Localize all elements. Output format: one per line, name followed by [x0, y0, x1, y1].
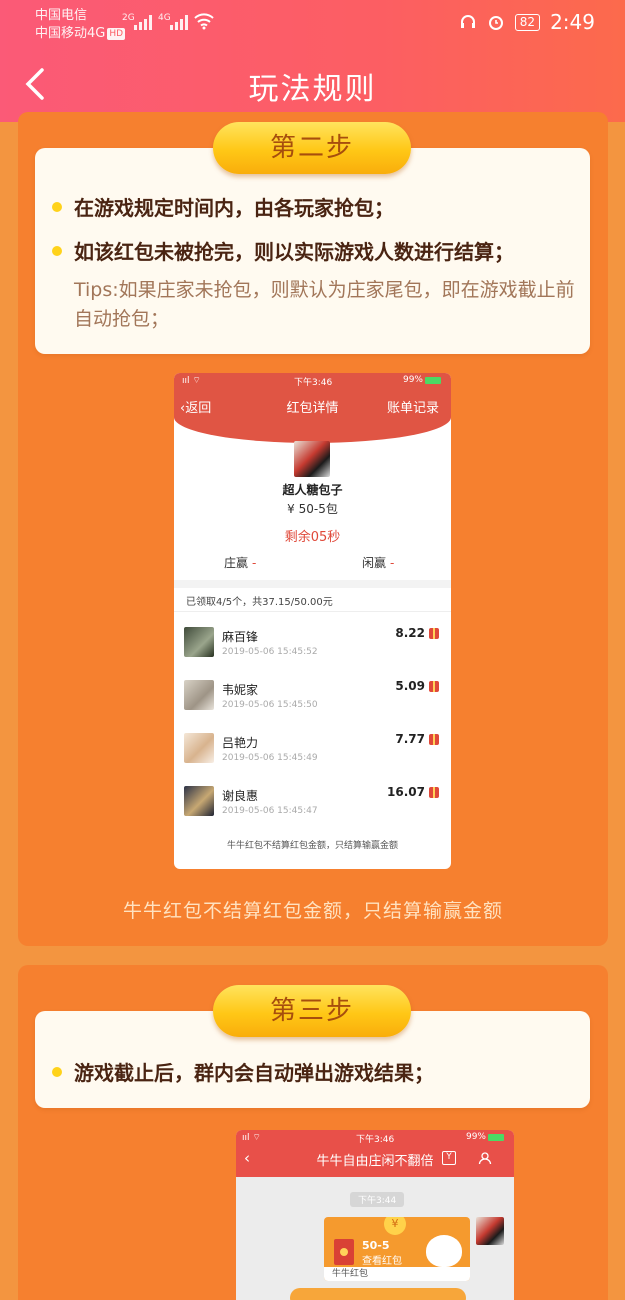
step3-rule-1: 游戏截止后，群内会自动弹出游戏结果； — [52, 1057, 434, 1086]
row-time: 2019-05-06 15:45:47 — [222, 806, 318, 816]
packet-action: 查看红包 — [362, 1256, 402, 1267]
signal-icon — [170, 14, 188, 30]
network-4g-label: 4G — [158, 13, 171, 23]
table-row: 韦妮家 2019-05-06 15:45:50 5.09 — [174, 676, 451, 728]
row-value: 7.77 — [395, 732, 425, 746]
battery-icon — [488, 1134, 504, 1141]
page-title: 玩法规则 — [248, 72, 377, 107]
screenshot-status-time: 下午3:46 — [356, 1135, 395, 1145]
avatar — [184, 733, 214, 763]
screenshot-header: ııl ⌔ 下午3:46 99% ‹返回 红包详情 账单记录 — [174, 373, 451, 443]
screenshot-bill-link: 账单记录 — [386, 401, 439, 416]
next-message-preview — [290, 1288, 466, 1300]
red-packet-message: ¥ 50-5 查看红包 牛牛红包 — [324, 1217, 470, 1281]
countdown: 剩余05秒 — [284, 530, 341, 545]
bullet-icon — [52, 1066, 62, 1077]
screenshot-battery: 99% — [402, 375, 423, 385]
group-members-icon — [478, 1152, 492, 1165]
screenshot-status-time: 下午3:46 — [294, 378, 333, 388]
divider — [174, 580, 451, 588]
step2-tips: Tips:如果庄家未抢包，则默认为庄家尾包，即在游戏截止前自动抢包； — [74, 279, 575, 330]
table-row: 麻百锋 2019-05-06 15:45:52 8.22 — [174, 623, 451, 675]
row-name: 韦妮家 — [222, 683, 259, 697]
app-header: 中国电信 中国移动4G HD 2G 4G 82 2:49 玩法规则 — [0, 0, 625, 122]
sender-name: 超人糖包子 — [282, 483, 343, 497]
rule-text: 在游戏规定时间内，由各玩家抢包； — [74, 196, 394, 220]
red-envelope-icon — [334, 1239, 354, 1265]
step3-label: 第三步 — [213, 985, 411, 1037]
gift-icon — [429, 734, 439, 745]
red-packet-detail-screenshot: ııl ⌔ 下午3:46 99% ‹返回 红包详情 账单记录 超人糖包子 ¥ 5… — [174, 373, 451, 869]
row-value: 16.07 — [387, 785, 425, 799]
network-2g-label: 2G — [122, 13, 135, 23]
chat-title: 牛牛自由庄闲不翻倍 — [316, 1154, 434, 1169]
banker-win-value: - — [252, 556, 257, 570]
banker-win: 庄赢 - — [224, 554, 256, 571]
signal-icon — [134, 14, 152, 30]
row-value: 8.22 — [395, 626, 425, 640]
coin-icon: ¥ — [384, 1217, 406, 1235]
avatar — [184, 786, 214, 816]
table-row: 吕艳力 2019-05-06 15:45:49 7.77 — [174, 729, 451, 781]
alarm-icon — [488, 16, 503, 30]
group-chat-screenshot: ııl ⌔ 下午3:46 99% ‹ 牛牛自由庄闲不翻倍 Y 下午3:44 ¥ … — [236, 1130, 514, 1300]
battery-indicator: 82 — [514, 13, 541, 31]
headset-icon — [460, 15, 475, 28]
avatar — [476, 1217, 504, 1245]
banker-win-label: 庄赢 — [224, 556, 249, 570]
gift-icon — [429, 681, 439, 692]
step2-rule-2: 如该红包未被抢完，则以实际游戏人数进行结算； — [52, 236, 514, 265]
player-win-value: - — [390, 556, 395, 570]
gift-icon — [429, 787, 439, 798]
table-row: 谢良惠 2019-05-06 15:45:47 16.07 — [174, 782, 451, 834]
screenshot-footer-note: 牛牛红包不结算红包金额，只结算输赢金额 — [226, 841, 398, 851]
packet-amount: 50-5 — [362, 1239, 390, 1252]
rule-text: 如该红包未被抢完，则以实际游戏人数进行结算； — [74, 240, 514, 264]
wifi-icon — [194, 13, 214, 30]
wallet-icon: Y — [442, 1151, 456, 1165]
row-time: 2019-05-06 15:45:50 — [222, 700, 318, 710]
avatar — [184, 680, 214, 710]
status-carriers: 中国电信 中国移动4G HD — [35, 7, 126, 43]
cow-icon — [426, 1235, 462, 1267]
player-win: 闲赢 - — [362, 554, 394, 571]
battery-icon — [425, 377, 441, 384]
row-name: 谢良惠 — [222, 789, 259, 803]
step2-caption: 牛牛红包不结算红包金额，只结算输赢金额 — [122, 900, 503, 922]
row-time: 2019-05-06 15:45:52 — [222, 647, 318, 657]
step2-rule-1: 在游戏规定时间内，由各玩家抢包； — [52, 192, 394, 221]
bullet-icon — [52, 201, 62, 212]
row-name: 吕艳力 — [222, 736, 259, 750]
status-time: 2:49 — [550, 10, 595, 34]
screenshot-header: ııl ⌔ 下午3:46 99% ‹ 牛牛自由庄闲不翻倍 Y — [236, 1130, 514, 1177]
hd-badge: HD — [107, 28, 126, 40]
row-value: 5.09 — [395, 679, 425, 693]
screenshot-battery: 99% — [465, 1132, 486, 1142]
row-name: 麻百锋 — [222, 630, 259, 644]
bullet-icon — [52, 245, 62, 256]
row-time: 2019-05-06 15:45:49 — [222, 753, 318, 763]
carrier-2: 中国移动4G — [35, 26, 106, 41]
signal-icon: ııl ⌔ — [182, 376, 201, 386]
step2-label: 第二步 — [213, 122, 411, 174]
player-win-label: 闲赢 — [362, 556, 387, 570]
gift-icon — [429, 628, 439, 639]
packet-amount: ¥ 50-5包 — [287, 502, 338, 516]
signal-icon: ııl ⌔ — [242, 1133, 261, 1143]
avatar — [184, 627, 214, 657]
divider — [174, 611, 451, 612]
rule-text: 游戏截止后，群内会自动弹出游戏结果； — [74, 1061, 434, 1085]
carrier-1: 中国电信 — [35, 8, 88, 23]
status-right: 82 2:49 — [459, 10, 595, 34]
avatar — [294, 441, 330, 477]
chat-timestamp: 下午3:44 — [350, 1192, 405, 1207]
claim-summary: 已领取4/5个，共37.15/50.00元 — [186, 597, 333, 608]
packet-footer: 牛牛红包 — [324, 1267, 470, 1281]
